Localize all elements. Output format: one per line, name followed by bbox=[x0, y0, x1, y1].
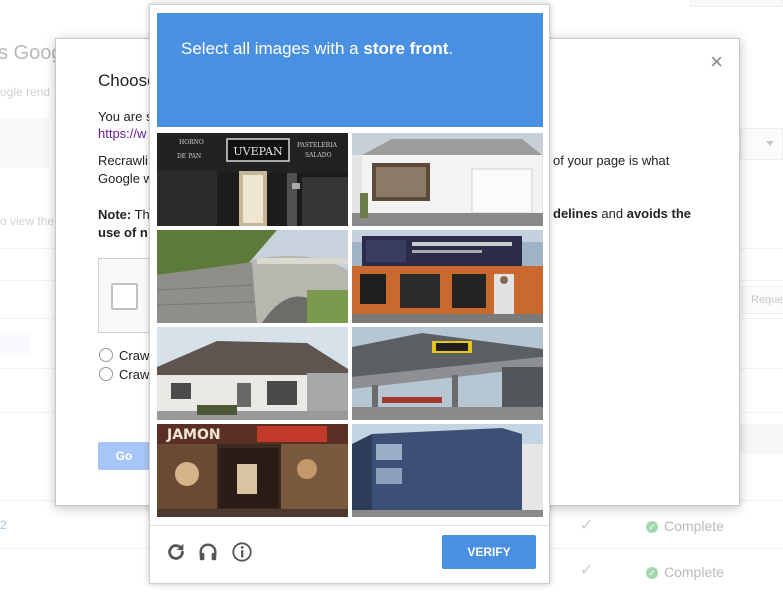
note-line-2: use of n bbox=[98, 225, 148, 240]
view-text: o view the bbox=[0, 214, 55, 228]
svg-text:SALADO: SALADO bbox=[305, 152, 332, 159]
image-tile-7[interactable]: JAMON bbox=[157, 424, 348, 517]
radio-button[interactable] bbox=[99, 367, 113, 381]
row-link[interactable]: 2 bbox=[0, 518, 7, 532]
selected-row-marker bbox=[0, 333, 30, 355]
dialog-title: Choose bbox=[98, 71, 157, 90]
image-tile-5[interactable] bbox=[157, 327, 348, 420]
dialog-paragraph-line: Recrawli bbox=[98, 153, 148, 168]
image-tile-1[interactable]: UVEPAN HORNO DE PAN PASTELERIA SALADO bbox=[157, 133, 348, 226]
svg-text:DE PAN: DE PAN bbox=[177, 153, 201, 160]
chevron-down-icon bbox=[766, 141, 774, 146]
note-line: Note: Th bbox=[98, 207, 150, 222]
page-subtitle: ogle rend bbox=[0, 85, 51, 99]
svg-text:PASTELERIA: PASTELERIA bbox=[297, 142, 338, 149]
top-right-control bbox=[690, 0, 783, 7]
crawl-option-2[interactable]: Craw bbox=[99, 367, 149, 382]
dialog-url-link[interactable]: https://w bbox=[98, 126, 146, 141]
svg-text:HORNO: HORNO bbox=[179, 139, 204, 146]
crawl-option-1[interactable]: Craw bbox=[99, 348, 149, 363]
headphones-icon[interactable] bbox=[197, 541, 219, 563]
property-select[interactable] bbox=[740, 128, 783, 160]
footer-divider bbox=[150, 525, 549, 526]
page-title: s Goog bbox=[0, 42, 63, 64]
side-panel bbox=[740, 424, 783, 454]
check-circle-icon: ✓ bbox=[646, 521, 658, 533]
image-tile-3[interactable] bbox=[157, 230, 348, 323]
dialog-paragraph-right: of your page is what bbox=[553, 153, 670, 168]
info-icon[interactable] bbox=[231, 541, 253, 563]
image-tile-4[interactable] bbox=[352, 230, 543, 323]
check-circle-icon: ✓ bbox=[646, 567, 658, 579]
challenge-instructions: Select all images with a store front. bbox=[157, 13, 543, 127]
radio-button[interactable] bbox=[99, 348, 113, 362]
input-panel bbox=[0, 118, 50, 168]
recaptcha-challenge: Select all images with a store front. UV… bbox=[149, 4, 550, 584]
status-complete: ✓ Complete bbox=[646, 518, 724, 534]
checkmark-icon: ✓ bbox=[580, 562, 594, 579]
verify-button[interactable]: VERIFY bbox=[442, 535, 536, 569]
tile-sign-text: UVEPAN bbox=[233, 145, 283, 158]
image-tile-8[interactable] bbox=[352, 424, 543, 517]
request-indexing-button[interactable]: Reque bbox=[742, 286, 783, 314]
image-tile-2[interactable] bbox=[352, 133, 543, 226]
go-button[interactable]: Go bbox=[98, 442, 150, 470]
challenge-target: store front bbox=[363, 39, 449, 58]
checkmark-icon: ✓ bbox=[580, 517, 594, 534]
recaptcha-anchor bbox=[98, 258, 153, 333]
recaptcha-checkbox[interactable] bbox=[111, 283, 138, 310]
reload-icon[interactable] bbox=[165, 541, 187, 563]
close-icon[interactable]: × bbox=[710, 51, 723, 73]
dialog-paragraph-line: Google w bbox=[98, 171, 153, 186]
note-right: delines and avoids the bbox=[553, 206, 692, 221]
dialog-line: You are s bbox=[98, 109, 153, 124]
image-tile-6[interactable] bbox=[352, 327, 543, 420]
tile-sign-text: JAMON bbox=[166, 427, 221, 443]
note-label: Note: bbox=[98, 207, 132, 222]
status-complete: ✓ Complete bbox=[646, 564, 724, 580]
